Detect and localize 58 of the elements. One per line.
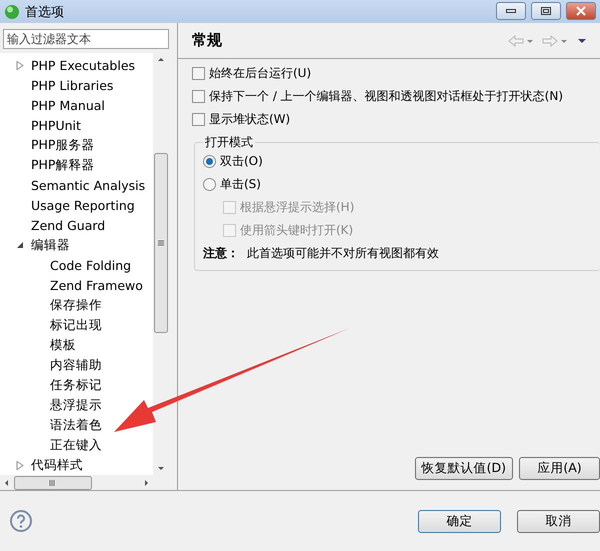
- cancel-button[interactable]: 取消: [517, 510, 600, 533]
- tree-item[interactable]: PHP解释器: [31, 156, 94, 174]
- group-title: 打开模式: [204, 134, 254, 152]
- forward-arrow-icon[interactable]: [542, 34, 558, 47]
- window-title: 首选项: [25, 4, 65, 21]
- checkbox-label: 始终在后台运行(U): [209, 65, 312, 82]
- checkbox-label: 根据悬浮提示选择(H): [240, 199, 354, 216]
- tree-item[interactable]: PHP Libraries: [31, 78, 114, 93]
- radio-button[interactable]: [203, 155, 216, 168]
- filter-field[interactable]: 输入过滤器文本: [3, 29, 169, 50]
- tree-item[interactable]: PHP Manual: [31, 98, 105, 113]
- back-arrow-icon[interactable]: [508, 34, 524, 47]
- tree-item[interactable]: Zend Framewo: [50, 278, 143, 293]
- minimize-button[interactable]: [496, 2, 526, 20]
- tree-item[interactable]: Semantic Analysis: [31, 178, 146, 193]
- expanded-triangle-icon[interactable]: [16, 241, 24, 250]
- checkbox[interactable]: [192, 113, 205, 126]
- checkbox-label: 显示堆状态(W): [209, 111, 290, 128]
- tree-item[interactable]: Code Folding: [50, 258, 132, 273]
- tree-item[interactable]: 代码样式: [31, 456, 83, 474]
- apply-button[interactable]: 应用(A): [519, 457, 600, 480]
- tree-item[interactable]: 编辑器: [31, 236, 70, 254]
- radio-button[interactable]: [203, 178, 216, 192]
- tree-item[interactable]: Zend Guard: [31, 218, 106, 233]
- collapsed-triangle-icon[interactable]: [16, 460, 24, 470]
- tree-item[interactable]: PHPUnit: [31, 118, 81, 133]
- checkbox-label: 保持下一个 / 上一个编辑器、视图和透视图对话框处于打开状态(N): [209, 88, 564, 106]
- note-text: 此首选项可能并不对所有视图都有效: [247, 245, 439, 262]
- tree-item[interactable]: 模板: [50, 336, 76, 354]
- restore-defaults-button[interactable]: 恢复默认值(D): [414, 457, 513, 480]
- close-button[interactable]: [566, 2, 596, 20]
- tree-item[interactable]: Usage Reporting: [31, 198, 135, 213]
- tree-item[interactable]: 任务标记: [50, 376, 102, 394]
- collapsed-triangle-icon[interactable]: [16, 60, 24, 70]
- checkbox-label: 使用箭头键时打开(K): [240, 222, 354, 240]
- vertical-scrollbar-thumb[interactable]: [154, 153, 168, 334]
- horizontal-scrollbar-thumb[interactable]: [14, 476, 92, 490]
- maximize-icon: [541, 7, 551, 15]
- ok-button[interactable]: 确定: [418, 510, 501, 533]
- tree-item[interactable]: 内容辅助: [50, 356, 102, 374]
- minimize-icon: [506, 9, 516, 13]
- radio-label: 双击(O): [220, 153, 263, 170]
- tree-item[interactable]: 语法着色: [50, 416, 102, 434]
- close-icon: [576, 6, 586, 16]
- tree-item[interactable]: PHP Executables: [31, 58, 136, 73]
- checkbox[interactable]: [192, 67, 205, 80]
- maximize-button[interactable]: [531, 2, 561, 20]
- help-icon[interactable]: [10, 510, 32, 532]
- note-label: 注意：: [203, 245, 239, 262]
- checkbox[interactable]: [192, 90, 205, 104]
- app-icon: [4, 4, 20, 20]
- tree-item[interactable]: 悬浮提示: [50, 396, 102, 414]
- tree-item[interactable]: 正在键入: [50, 436, 102, 454]
- radio-label: 单击(S): [220, 176, 261, 194]
- tree-item[interactable]: 保存操作: [50, 296, 102, 314]
- page-title: 常规: [192, 31, 223, 50]
- tree-item[interactable]: 标记出现: [50, 316, 102, 334]
- tree-item[interactable]: PHP服务器: [31, 136, 94, 154]
